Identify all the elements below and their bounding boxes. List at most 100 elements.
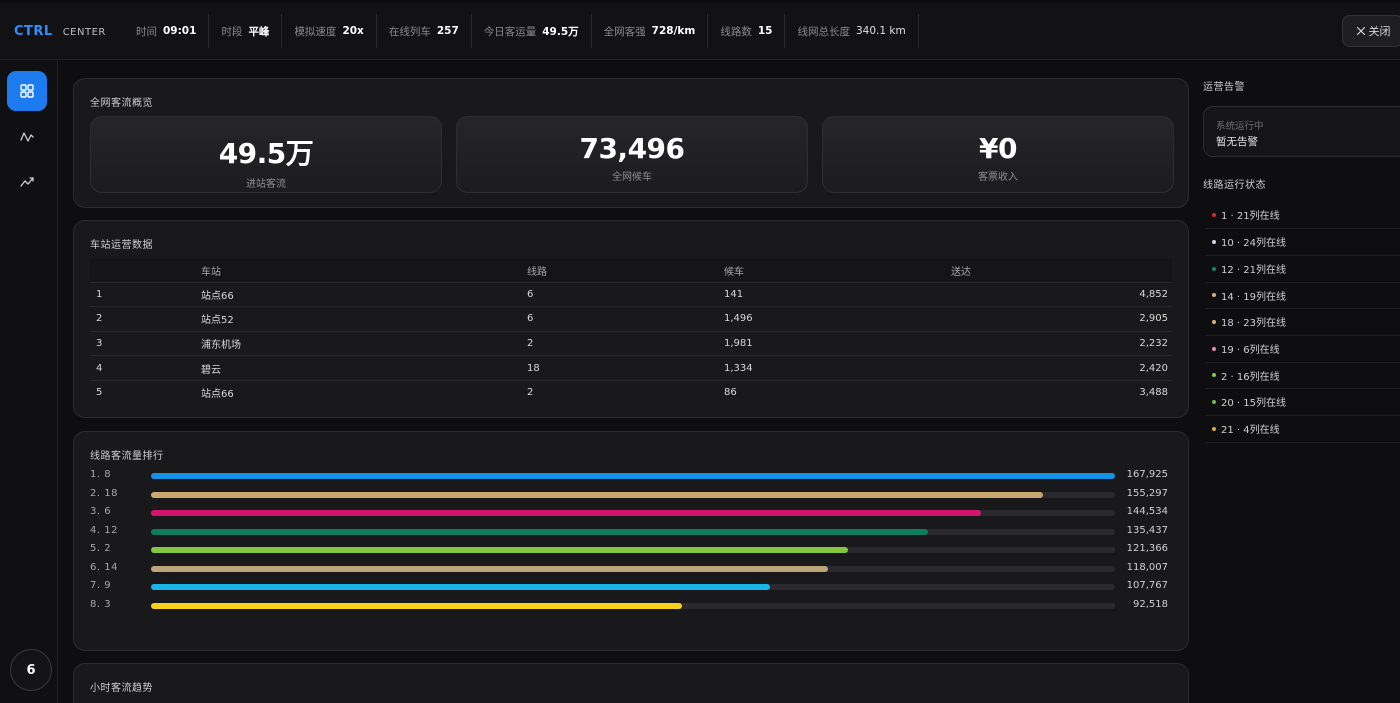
status-dot [1212, 373, 1216, 378]
brand-logo: CTRL CENTER [0, 24, 124, 39]
table-header-row: 车站 线路 候车 送达 [90, 259, 1172, 282]
close-icon [1356, 26, 1365, 36]
kpi-label: 全网候车 [612, 172, 652, 183]
rank-value: 107,767 [1126, 580, 1168, 591]
hourly-trend-panel: 小时客流趋势 [73, 663, 1189, 703]
status-dot [1212, 239, 1216, 244]
column-header-station[interactable]: 车站 [195, 259, 521, 282]
stat-value: 340.1 km [855, 25, 906, 37]
cell-station: 碧云 [195, 355, 521, 381]
stat-network-intensity: 全网客强 728/km [592, 14, 709, 48]
notification-badge[interactable]: 6 [10, 649, 52, 691]
hourly-trend-title: 小时客流趋势 [90, 683, 153, 694]
rank-value: 155,297 [1126, 487, 1168, 499]
rank-bar-track [151, 473, 1115, 479]
column-header-line[interactable]: 线路 [521, 259, 718, 282]
close-button[interactable]: 关闭 [1342, 15, 1400, 47]
sidebar: 6 [0, 60, 58, 703]
kpi-value: ¥0 [979, 132, 1017, 165]
line-status-item[interactable]: 14 · 19列在线 [1205, 283, 1400, 310]
stat-online-trains: 在线列车 257 [377, 14, 472, 48]
ranking-panel: 线路客流量排行 1. 8 167,925 2. 18 155,297 3. 6 … [73, 431, 1189, 651]
rank-value: 118,007 [1126, 561, 1168, 573]
alert-card: 系统运行中 暂无告警 [1203, 106, 1400, 157]
rank-bar-track [151, 510, 1115, 516]
rank-value: 135,437 [1126, 524, 1168, 536]
stat-value: 15 [757, 25, 773, 37]
status-dot [1212, 426, 1216, 431]
kpi-value: 73,496 [579, 132, 685, 165]
table-row[interactable]: 5 站点66 2 86 3,488 [90, 379, 1172, 405]
rank-value: 144,534 [1126, 506, 1168, 517]
cell-delivered: 2,905 [945, 306, 1172, 332]
line-status-item[interactable]: 10 · 24列在线 [1205, 229, 1400, 256]
cell-waiting: 1,496 [718, 306, 945, 332]
app-window: CTRL CENTER 时间 09:01 时段 平峰 模拟速度 20x 在线列车… [0, 0, 1400, 703]
column-header-waiting[interactable]: 候车 [718, 259, 945, 282]
stat-value: 09:01 [163, 25, 197, 37]
table-row[interactable]: 4 碧云 18 1,334 2,420 [90, 355, 1172, 381]
cell-waiting: 86 [718, 379, 945, 405]
line-status-item[interactable]: 1 · 21列在线 [1205, 202, 1400, 229]
rank-bar-fill [151, 491, 1043, 498]
sidebar-item-pulse[interactable] [7, 117, 47, 157]
line-status-text: 1 · 21列在线 [1221, 211, 1280, 223]
status-dot [1212, 319, 1216, 324]
cell-rank: 1 [90, 281, 195, 307]
line-status-item[interactable]: 18 · 23列在线 [1205, 309, 1400, 336]
line-status-item[interactable]: 19 · 6列在线 [1205, 336, 1400, 363]
rank-row-1: 2. 18 155,297 [90, 488, 1172, 502]
kpi-card-revenue: ¥0 客票收入 [822, 116, 1174, 193]
cell-station: 站点52 [195, 306, 521, 332]
rank-row-3: 4. 12 135,437 [90, 525, 1172, 539]
table-row[interactable]: 1 站点66 6 141 4,852 [90, 281, 1172, 307]
status-dot [1212, 212, 1216, 217]
stat-label: 线网总长度 [797, 25, 850, 38]
line-status-item[interactable]: 2 · 16列在线 [1205, 363, 1400, 390]
cell-rank: 5 [90, 379, 195, 405]
line-status-item[interactable]: 21 · 4列在线 [1205, 416, 1400, 443]
ranking-panel-title: 线路客流量排行 [90, 451, 164, 462]
rank-bar-fill [151, 565, 829, 572]
cell-waiting: 1,334 [718, 355, 945, 381]
cell-rank: 3 [90, 330, 195, 356]
rank-bar-track [151, 491, 1115, 498]
rank-bar-track [151, 528, 1115, 535]
line-status-item[interactable]: 12 · 21列在线 [1205, 256, 1400, 283]
column-header-delivered[interactable]: 送达 [945, 259, 1172, 282]
status-dot [1212, 266, 1216, 271]
pulse-icon [20, 132, 34, 142]
table-row[interactable]: 2 站点52 6 1,496 2,905 [90, 306, 1172, 332]
table-row[interactable]: 3 浦东机场 2 1,981 2,232 [90, 330, 1172, 356]
rank-bar-track [151, 602, 1115, 609]
rank-label: 2. 18 [90, 487, 118, 499]
stat-time: 时间 09:01 [124, 14, 210, 48]
alerts-title: 运营告警 [1203, 82, 1245, 93]
rank-bar-fill [151, 528, 929, 535]
close-label: 关闭 [1368, 25, 1391, 38]
brand-primary: CTRL [14, 23, 53, 39]
alert-status: 系统运行中 [1216, 121, 1264, 132]
rank-value: 121,366 [1126, 543, 1168, 554]
cell-delivered: 3,488 [945, 379, 1172, 405]
kpi-card-entries: 49.5万 进站客流 [90, 116, 442, 193]
cell-delivered: 2,420 [945, 355, 1172, 381]
trend-icon [20, 177, 34, 187]
rank-bar-fill [151, 473, 1115, 479]
stat-value: 49.5万 [542, 25, 579, 38]
rank-label: 6. 14 [90, 561, 118, 573]
rank-bar-fill [151, 510, 981, 516]
cell-station: 站点66 [195, 281, 521, 307]
stat-label: 时间 [136, 25, 157, 38]
cell-line: 6 [521, 306, 718, 332]
rank-bar-fill [151, 547, 848, 553]
line-status-item[interactable]: 20 · 15列在线 [1205, 389, 1400, 416]
sidebar-item-trend[interactable] [7, 162, 47, 202]
sidebar-item-overview[interactable] [7, 71, 47, 111]
cell-delivered: 4,852 [945, 281, 1172, 307]
rank-bar-track [151, 584, 1115, 590]
stat-label: 全网客强 [603, 25, 646, 38]
rank-label: 3. 6 [90, 506, 112, 517]
line-status-text: 10 · 24列在线 [1221, 238, 1286, 250]
rank-bar-track [151, 547, 1115, 553]
